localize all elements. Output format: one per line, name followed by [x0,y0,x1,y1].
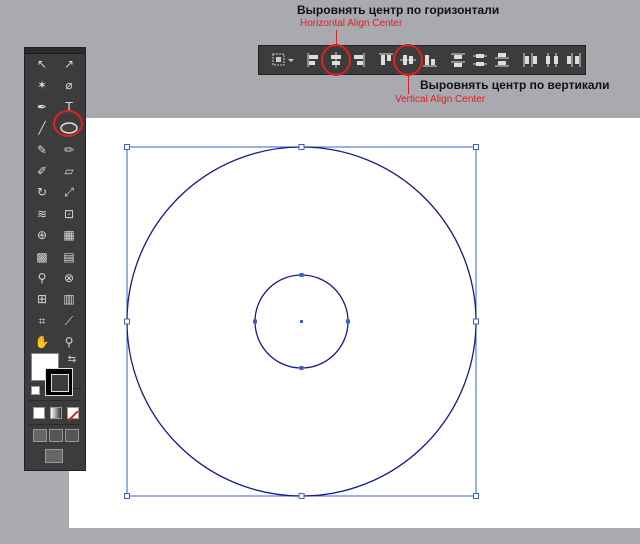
anchor-points[interactable] [253,273,350,370]
horizontal-leader-line [336,30,337,44]
change-screen-mode-icon[interactable] [45,449,63,463]
vertical-align-label-en: Vertical Align Center [395,94,486,105]
pen-icon[interactable]: ✒ [31,98,53,117]
perspective-grid-icon[interactable]: ▦ [58,226,80,245]
direct-selection-arrow-icon[interactable]: ↗ [58,55,80,74]
align-to-icon[interactable] [271,51,297,69]
gradient-mode-icon[interactable] [50,407,62,419]
mesh-icon[interactable]: ▩ [31,248,53,267]
blend-icon[interactable]: ⊗ [58,269,80,288]
draw-inside-icon[interactable] [65,429,79,442]
shape-builder-icon[interactable]: ⊕ [31,226,53,245]
draw-behind-icon[interactable] [49,429,63,442]
column-graph-icon[interactable]: ▥ [58,290,80,309]
draw-normal-icon[interactable] [33,429,47,442]
eyedropper-icon[interactable]: ⚲ [31,269,53,288]
horizontal-align-label-en: Horizontal Align Center [300,18,403,29]
magic-wand-icon[interactable]: ✶ [31,76,53,95]
horizontal-align-center-highlight [321,44,351,76]
vertical-distribute-bottom-icon[interactable] [493,51,511,69]
default-fill-stroke-icon[interactable] [31,386,40,395]
vertical-align-center-highlight [393,44,423,76]
horizontal-distribute-right-icon[interactable] [565,51,583,69]
lasso-icon[interactable]: ⌀ [58,76,80,95]
symbol-sprayer-icon[interactable]: ⊞ [31,290,53,309]
vertical-distribute-top-icon[interactable] [449,51,467,69]
panel-grip[interactable] [25,48,85,54]
horizontal-align-label-ru: Выровнять центр по горизонтали [297,3,500,17]
stroke-color-swatch[interactable] [45,368,73,396]
divider [29,400,81,401]
artboard-icon[interactable]: ⌗ [31,312,53,331]
gradient-icon[interactable]: ▤ [58,248,80,267]
width-icon[interactable]: ≋ [31,205,53,224]
line-segment-icon[interactable]: ╱ [31,119,53,138]
swap-fill-stroke-icon[interactable]: ⇆ [61,350,83,369]
free-transform-icon[interactable]: ⊡ [58,205,80,224]
ellipse-tool-highlight [53,110,83,137]
blob-brush-icon[interactable]: ✐ [31,162,53,181]
rotate-icon[interactable]: ↻ [31,183,53,202]
horizontal-distribute-left-icon[interactable] [521,51,539,69]
horizontal-align-right-icon[interactable] [349,51,367,69]
vertical-align-bottom-icon[interactable] [421,51,439,69]
color-mode-icon[interactable] [33,407,45,419]
slice-icon[interactable]: ⟋ [58,312,80,331]
tools-panel: ↖ ↗ ✶ ⌀ ✒ T ╱ ✎ ✏ ✐ ▱ ↻ ⤢ ≋ ⊡ ⊕ ▦ ▩ ▤ ⚲ ⊗ ⊞ ▥ ⌗ ⟋ ✋ ⚲ ⇆ [24,47,86,471]
scale-icon[interactable]: ⤢ [58,183,80,202]
vertical-leader-line [408,76,409,94]
divider [29,424,81,425]
horizontal-distribute-center-icon[interactable] [543,51,561,69]
vertical-distribute-center-icon[interactable] [471,51,489,69]
selection-arrow-icon[interactable]: ↖ [31,55,53,74]
center-point [300,320,303,323]
vertical-align-label-ru: Выровнять центр по вертикали [420,78,610,92]
pencil-icon[interactable]: ✏ [58,141,80,160]
hand-icon[interactable]: ✋ [31,333,53,352]
eraser-icon[interactable]: ▱ [58,162,80,181]
none-mode-icon[interactable] [67,407,79,422]
paintbrush-icon[interactable]: ✎ [31,141,53,160]
